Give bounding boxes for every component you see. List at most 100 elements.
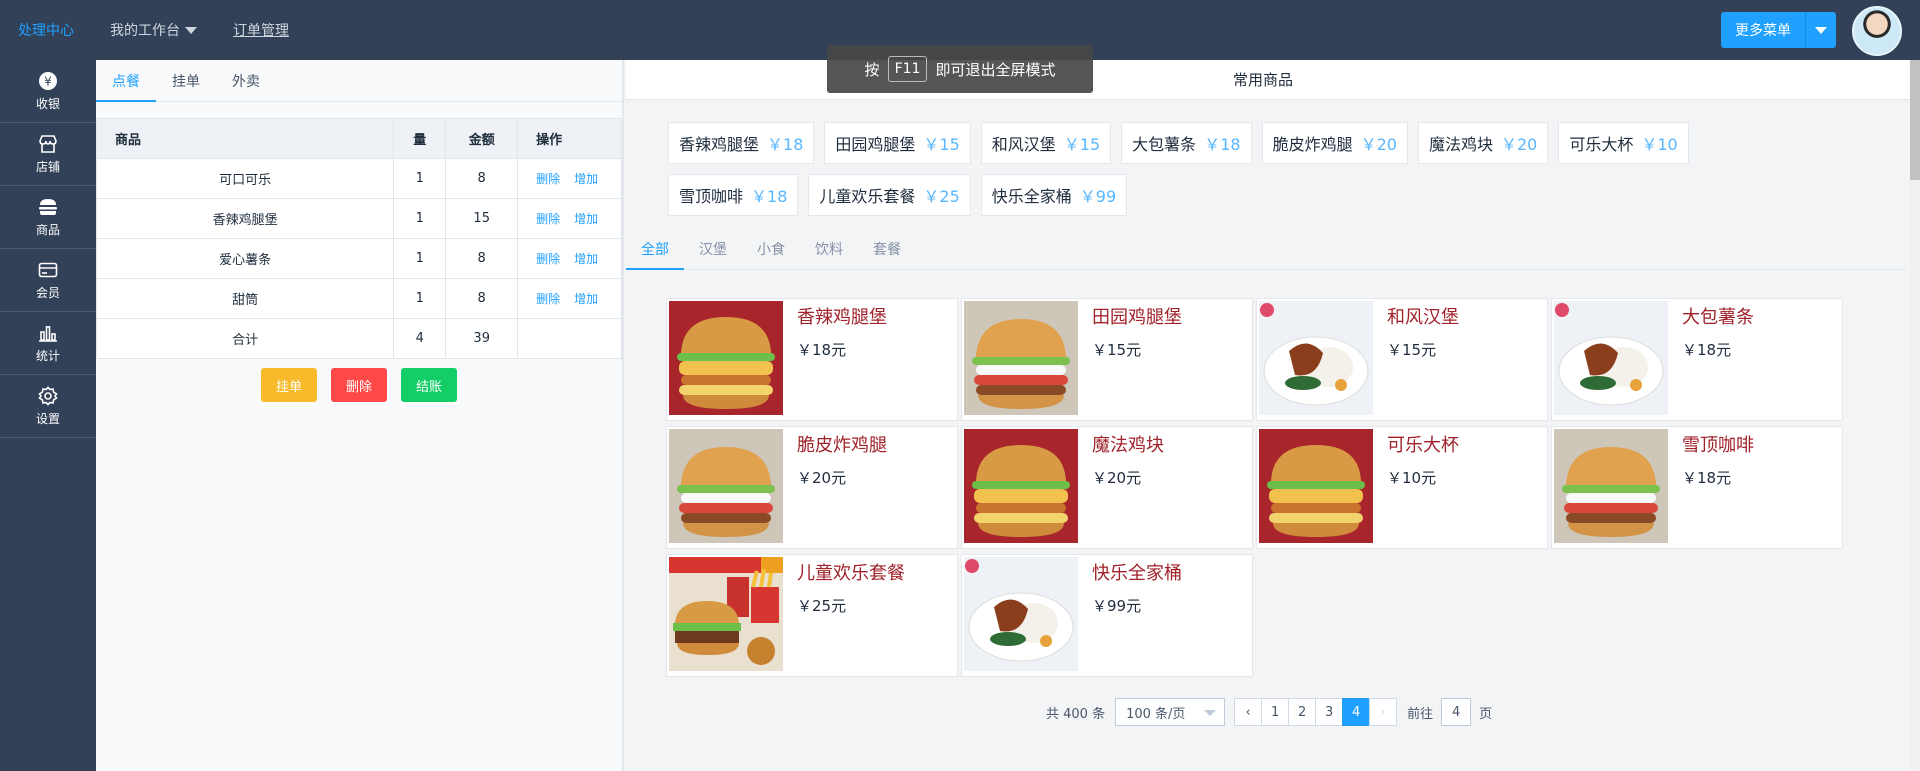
avatar[interactable] (1852, 6, 1902, 56)
goto-prefix: 前往 (1407, 706, 1434, 722)
tab-order[interactable]: 点餐 (96, 60, 156, 102)
cell-product: 爱心薯条 (95, 238, 395, 279)
nav-processing-center[interactable]: 处理中心 (0, 0, 92, 60)
page-button[interactable]: 3 (1315, 698, 1344, 726)
delete-link[interactable]: 删除 (536, 292, 560, 306)
common-item[interactable]: 可乐大杯 ￥10 (1558, 122, 1689, 164)
product-price: ￥18元 (797, 341, 847, 359)
product-card[interactable]: 田园鸡腿堡 ￥15元 (961, 298, 1253, 421)
common-item[interactable]: 快乐全家桶 ￥99 (980, 174, 1128, 216)
next-page-button[interactable]: › (1369, 698, 1398, 726)
sidebar-item-statistics[interactable]: 统计 (0, 312, 96, 375)
page-button-current[interactable]: 4 (1342, 698, 1371, 726)
product-card[interactable]: 雪顶咖啡 ￥18元 (1551, 426, 1843, 549)
chip-name: 快乐全家桶 (991, 187, 1072, 206)
tab-hold[interactable]: 挂单 (156, 60, 216, 101)
nav-order-management[interactable]: 订单管理 (215, 0, 307, 60)
category-tabs: 全部 汉堡 小食 饮料 套餐 (626, 228, 1906, 270)
more-menu-button[interactable]: 更多菜单 (1721, 12, 1806, 48)
tab-takeout[interactable]: 外卖 (216, 60, 276, 101)
common-item[interactable]: 田园鸡腿堡 ￥15 (824, 122, 971, 164)
pagination-total: 共 400 条 (1046, 706, 1106, 722)
chip-name: 魔法鸡块 (1428, 135, 1493, 154)
nav-my-workbench-label: 我的工作台 (110, 23, 180, 39)
chevron-left-icon: ‹ (1245, 704, 1251, 720)
chip-name: 脆皮炸鸡腿 (1272, 135, 1353, 154)
add-link[interactable]: 增加 (574, 252, 598, 266)
card-icon (38, 260, 58, 280)
table-row: 可口可乐 1 8 删除 增加 (95, 158, 622, 199)
tab-all[interactable]: 全部 (626, 228, 684, 270)
tab-burgers[interactable]: 汉堡 (684, 228, 742, 269)
product-price: ￥20元 (1092, 469, 1142, 487)
product-price: ￥18元 (1682, 469, 1732, 487)
common-item[interactable]: 魔法鸡块 ￥20 (1417, 122, 1549, 164)
page-button[interactable]: 1 (1261, 698, 1290, 726)
col-header-ops: 操作 (517, 118, 622, 159)
product-price: ￥25元 (797, 597, 847, 615)
tab-combos[interactable]: 套餐 (858, 228, 916, 269)
hold-button[interactable]: 挂单 (260, 368, 317, 402)
product-name: 香辣鸡腿堡 (797, 307, 887, 328)
order-panel: 点餐 挂单 外卖 商品 量 金额 操作 可口可乐 1 8 删除 增加 香辣鸡腿堡 … (95, 60, 624, 771)
nav-my-workbench[interactable]: 我的工作台 (92, 0, 215, 60)
chip-price: ￥10 (1641, 135, 1678, 154)
more-menu-dropdown[interactable] (1806, 12, 1836, 48)
sidebar-item-settings[interactable]: 设置 (0, 375, 96, 438)
common-item[interactable]: 大包薯条 ￥18 (1121, 122, 1252, 164)
product-image (1259, 429, 1373, 543)
product-name: 田园鸡腿堡 (1092, 307, 1182, 328)
product-image (669, 557, 783, 671)
common-item[interactable]: 儿童欢乐套餐 ￥25 (808, 174, 971, 216)
product-card[interactable]: 快乐全家桶 ￥99元 (961, 554, 1253, 677)
sidebar-item-cashier[interactable]: ¥ 收银 (0, 60, 96, 123)
delete-order-button[interactable]: 删除 (330, 368, 387, 402)
product-card[interactable]: 脆皮炸鸡腿 ￥20元 (666, 426, 958, 549)
sidebar-item-store[interactable]: 店铺 (0, 123, 96, 186)
add-link[interactable]: 增加 (574, 292, 598, 306)
product-image (1554, 301, 1668, 415)
cell-total-qty: 4 (393, 318, 447, 359)
common-item[interactable]: 脆皮炸鸡腿 ￥20 (1261, 122, 1408, 164)
delete-link[interactable]: 删除 (536, 212, 560, 226)
delete-link[interactable]: 删除 (536, 252, 560, 266)
caret-down-icon (1815, 26, 1827, 34)
product-card[interactable]: 香辣鸡腿堡 ￥18元 (666, 298, 958, 421)
product-card[interactable]: 可乐大杯 ￥10元 (1256, 426, 1548, 549)
sidebar-item-products[interactable]: 商品 (0, 186, 96, 249)
product-card[interactable]: 魔法鸡块 ￥20元 (961, 426, 1253, 549)
tab-snacks[interactable]: 小食 (742, 228, 800, 269)
cell-ops: 删除 增加 (517, 198, 622, 239)
sidebar-item-members[interactable]: 会员 (0, 249, 96, 312)
add-link[interactable]: 增加 (574, 172, 598, 186)
product-card[interactable]: 大包薯条 ￥18元 (1551, 298, 1843, 421)
goto-suffix: 页 (1479, 706, 1493, 722)
cell-product: 香辣鸡腿堡 (95, 198, 395, 239)
col-header-qty: 量 (393, 118, 447, 159)
common-item[interactable]: 香辣鸡腿堡 ￥18 (668, 122, 815, 164)
pagination: 共 400 条 100 条/页 ‹ 1 2 3 4 › 前往 4 页 (1046, 698, 1492, 726)
common-item[interactable]: 和风汉堡 ￥15 (980, 122, 1112, 164)
tab-drinks[interactable]: 饮料 (800, 228, 858, 269)
prev-page-button[interactable]: ‹ (1234, 698, 1263, 726)
product-card[interactable]: 和风汉堡 ￥15元 (1256, 298, 1548, 421)
page-size-select[interactable]: 100 条/页 (1115, 698, 1226, 726)
product-card[interactable]: 儿童欢乐套餐 ￥25元 (666, 554, 958, 677)
chip-name: 儿童欢乐套餐 (819, 187, 916, 206)
cell-amount: 8 (445, 238, 519, 279)
col-header-product: 商品 (95, 118, 395, 159)
checkout-button[interactable]: 结账 (401, 368, 458, 402)
chart-icon (38, 323, 58, 343)
add-link[interactable]: 增加 (574, 212, 598, 226)
scrollbar-thumb[interactable] (1910, 60, 1920, 180)
product-price: ￥15元 (1092, 341, 1142, 359)
product-name: 儿童欢乐套餐 (797, 563, 905, 584)
page-button[interactable]: 2 (1288, 698, 1317, 726)
goto-page-input[interactable]: 4 (1441, 698, 1472, 726)
common-item[interactable]: 雪顶咖啡 ￥18 (668, 174, 799, 216)
page-scrollbar[interactable] (1910, 60, 1920, 771)
cell-product: 可口可乐 (95, 158, 395, 199)
toast-suffix: 即可退出全屏模式 (935, 60, 1056, 79)
delete-link[interactable]: 删除 (536, 172, 560, 186)
chip-name: 可乐大杯 (1569, 135, 1634, 154)
